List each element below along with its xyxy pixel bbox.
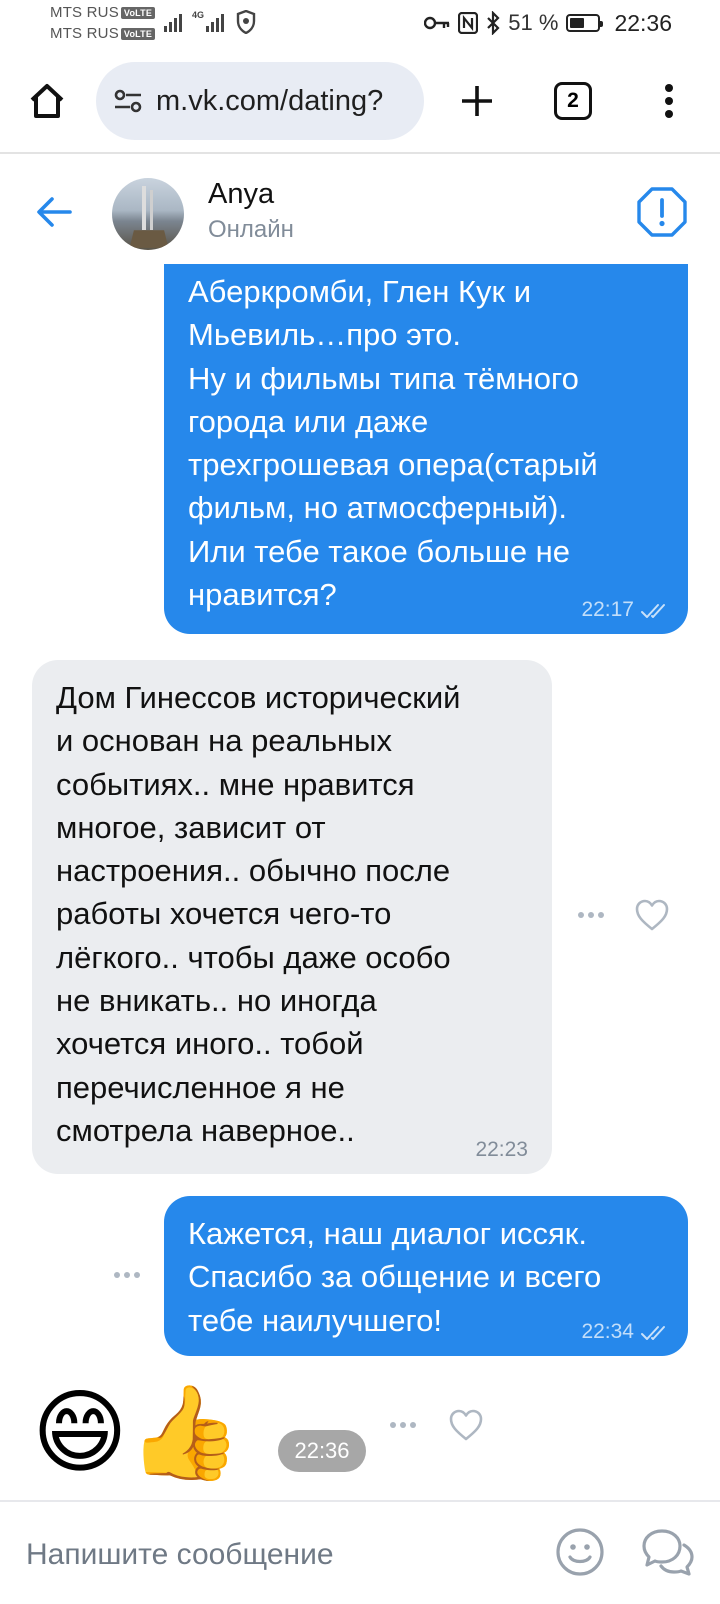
message-more-button[interactable] bbox=[114, 1272, 140, 1278]
message-outgoing[interactable]: Аберкромби, Глен Кук и Мьевиль…про это. … bbox=[164, 220, 688, 634]
message-more-button[interactable] bbox=[390, 1422, 416, 1428]
more-vertical-icon bbox=[665, 84, 673, 118]
carrier-2: MTS RUS VoLTE bbox=[50, 25, 156, 42]
chat-header: Anya Онлайн bbox=[0, 158, 720, 264]
plus-icon bbox=[462, 86, 492, 116]
message-text: Дом Гинессов исторический и основан на р… bbox=[56, 680, 461, 1148]
heart-icon[interactable] bbox=[448, 1408, 484, 1442]
emoji-message: 😄👍 bbox=[32, 1379, 243, 1486]
signal-icon bbox=[206, 14, 224, 32]
message-incoming[interactable]: Дом Гинессов исторический и основан на р… bbox=[32, 660, 552, 1174]
status-right: 51 % 22:36 bbox=[424, 8, 672, 38]
message-time: 22:36 bbox=[278, 1430, 366, 1472]
status-bar: MTS RUS VoLTE MTS RUS VoLTE 4G 51 % 22:36 bbox=[0, 0, 720, 50]
avatar[interactable] bbox=[112, 178, 184, 250]
clock: 22:36 bbox=[614, 9, 672, 36]
message-time: 22:17 bbox=[581, 598, 634, 621]
read-ticks-icon bbox=[641, 604, 665, 618]
message-more-button[interactable] bbox=[578, 912, 604, 918]
network-type: 4G bbox=[192, 10, 205, 20]
battery-icon bbox=[566, 14, 604, 32]
browser-toolbar: m.vk.com/dating? 2 bbox=[0, 58, 720, 154]
volte-badge: VoLTE bbox=[120, 7, 156, 19]
message-time: 22:34 bbox=[581, 1320, 634, 1343]
tab-switcher-button[interactable]: 2 bbox=[554, 82, 592, 120]
key-icon bbox=[424, 16, 450, 30]
heart-icon[interactable] bbox=[634, 898, 670, 932]
volte-badge: VoLTE bbox=[120, 28, 156, 40]
chat-bubbles-icon[interactable] bbox=[640, 1526, 696, 1578]
signal-icon bbox=[164, 14, 182, 32]
contact-name[interactable]: Anya bbox=[208, 178, 274, 211]
smile-icon[interactable] bbox=[554, 1526, 606, 1578]
message-input[interactable] bbox=[26, 1538, 526, 1572]
browser-menu-button[interactable] bbox=[654, 76, 684, 126]
home-button[interactable] bbox=[22, 76, 72, 126]
message-time: 22:23 bbox=[475, 1138, 528, 1161]
message-text: Аберкромби, Глен Кук и Мьевиль…про это. … bbox=[188, 274, 598, 613]
url-text[interactable]: m.vk.com/dating? bbox=[156, 85, 383, 118]
arrow-left-icon[interactable] bbox=[32, 190, 76, 234]
shield-icon bbox=[236, 10, 256, 34]
address-bar[interactable]: m.vk.com/dating? bbox=[96, 62, 424, 140]
bluetooth-icon bbox=[487, 11, 500, 35]
message-outgoing[interactable]: Кажется, наш диалог иссяк. Спасибо за об… bbox=[164, 1196, 688, 1356]
read-ticks-icon bbox=[641, 1326, 665, 1340]
site-settings-icon[interactable] bbox=[112, 85, 144, 117]
battery-percent: 51 % bbox=[508, 10, 559, 35]
message-incoming-emoji[interactable]: 😄👍 bbox=[32, 1378, 242, 1488]
battery-fill bbox=[570, 18, 584, 28]
new-tab-button[interactable] bbox=[452, 76, 502, 126]
carrier-1: MTS RUS VoLTE bbox=[50, 4, 156, 21]
message-composer bbox=[0, 1500, 720, 1604]
contact-status: Онлайн bbox=[208, 216, 294, 243]
exclamation-octagon-icon[interactable] bbox=[636, 186, 688, 238]
nfc-icon bbox=[458, 12, 479, 34]
home-icon bbox=[30, 84, 64, 118]
